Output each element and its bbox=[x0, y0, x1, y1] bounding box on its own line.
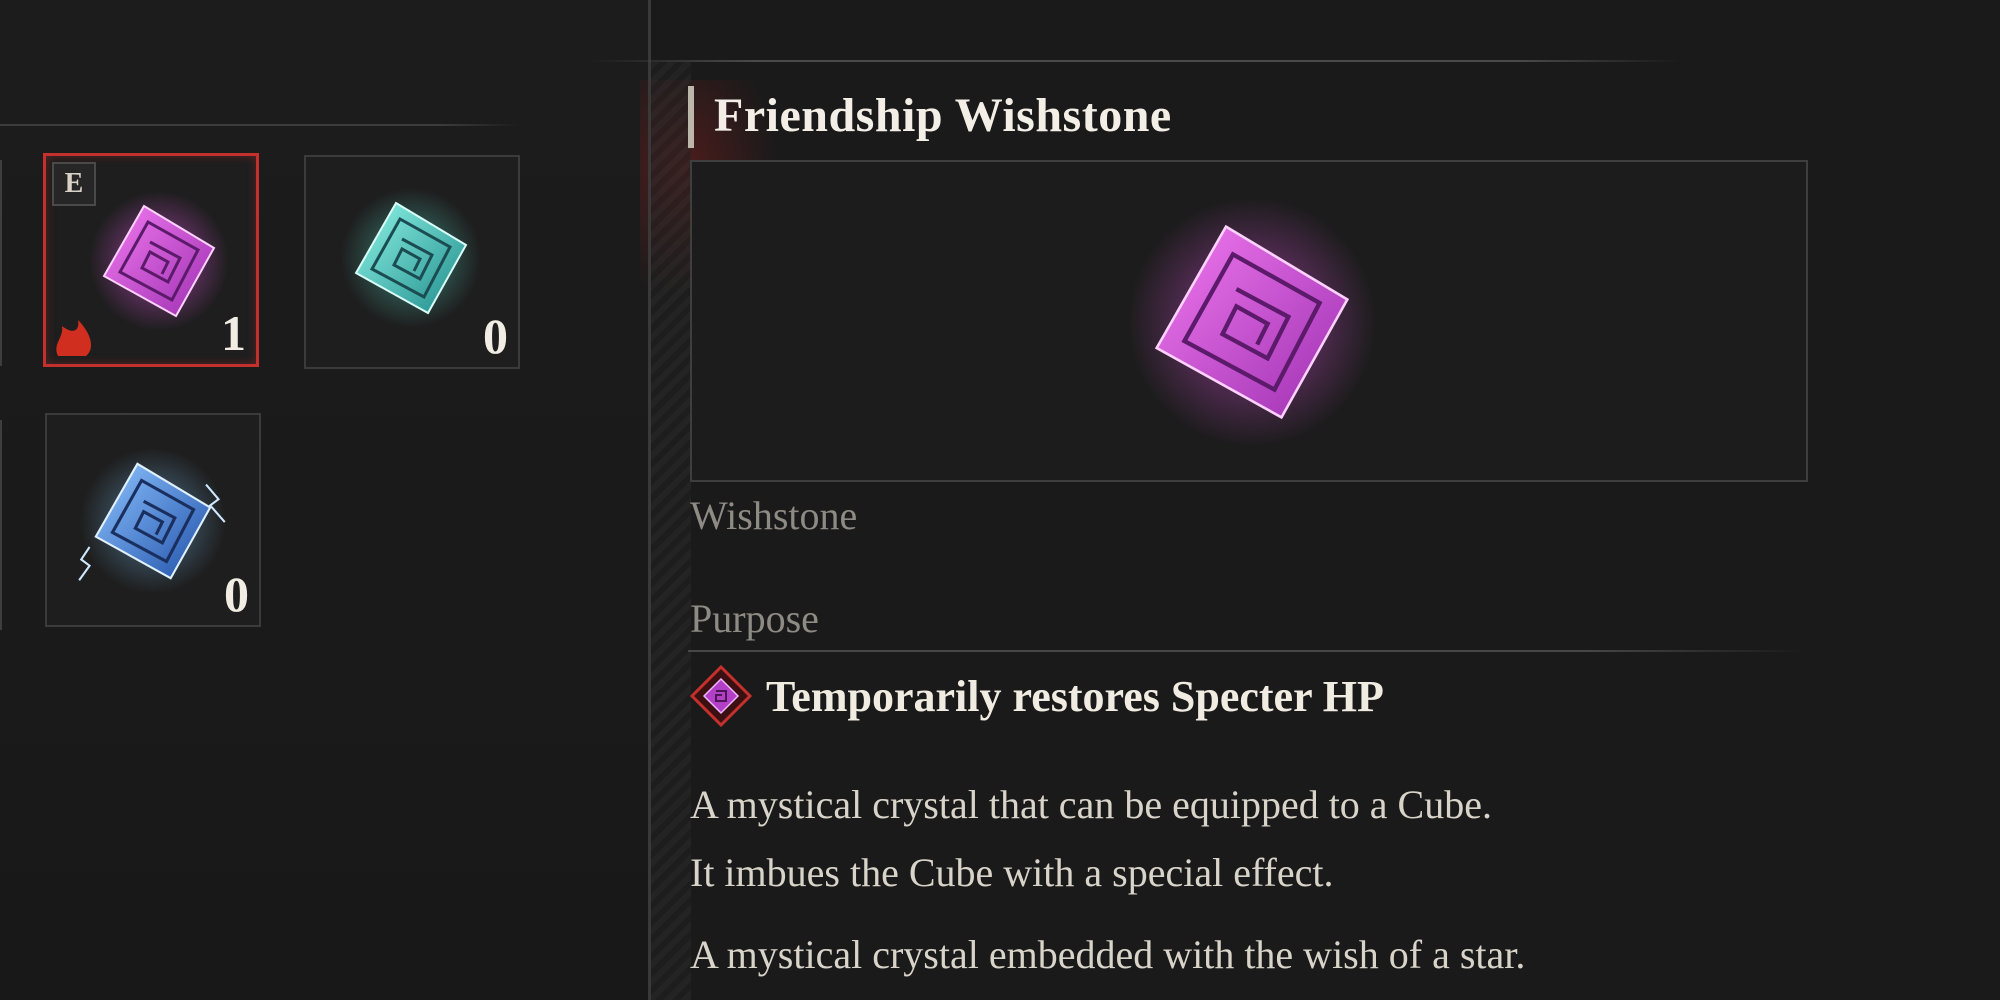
item-preview bbox=[690, 160, 1808, 482]
inventory-slot-teal-wishstone[interactable]: 0 bbox=[304, 155, 520, 369]
description-line: It imbues the Cube with a special effect… bbox=[690, 850, 1334, 895]
item-count: 0 bbox=[483, 308, 508, 364]
title-accent-bar bbox=[688, 86, 694, 148]
pink-wishstone-gem-icon bbox=[1127, 197, 1377, 447]
panel-divider bbox=[648, 0, 651, 1000]
item-count: 0 bbox=[224, 566, 249, 622]
purpose-divider bbox=[688, 650, 1808, 652]
edge-tick bbox=[0, 160, 2, 366]
inventory-slot-blue-wishstone[interactable]: 0 bbox=[45, 413, 261, 627]
item-category: Wishstone bbox=[690, 493, 858, 538]
flame-icon bbox=[56, 320, 92, 356]
purpose-label: Purpose bbox=[690, 596, 819, 641]
inventory-slot-friendship-wishstone[interactable]: E 1 bbox=[43, 153, 259, 367]
blue-wishstone-gem-icon bbox=[78, 448, 226, 594]
description-line: A mystical crystal embedded with the wis… bbox=[690, 932, 1526, 977]
teal-wishstone-gem-icon bbox=[341, 188, 481, 328]
item-title: Friendship Wishstone bbox=[714, 89, 1172, 142]
purpose-text: Temporarily restores Specter HP bbox=[766, 671, 1384, 721]
edge-tick bbox=[0, 420, 2, 630]
detail-top-divider bbox=[590, 60, 1680, 62]
item-count: 1 bbox=[221, 305, 246, 361]
specter-hp-icon bbox=[690, 665, 752, 727]
purpose-row: Temporarily restores Specter HP bbox=[690, 664, 1384, 728]
description-line: A mystical crystal that can be equipped … bbox=[690, 782, 1492, 827]
panel-stripe-decoration bbox=[651, 62, 691, 1000]
inventory-top-divider bbox=[0, 124, 520, 126]
pink-wishstone-gem-icon bbox=[89, 191, 229, 331]
